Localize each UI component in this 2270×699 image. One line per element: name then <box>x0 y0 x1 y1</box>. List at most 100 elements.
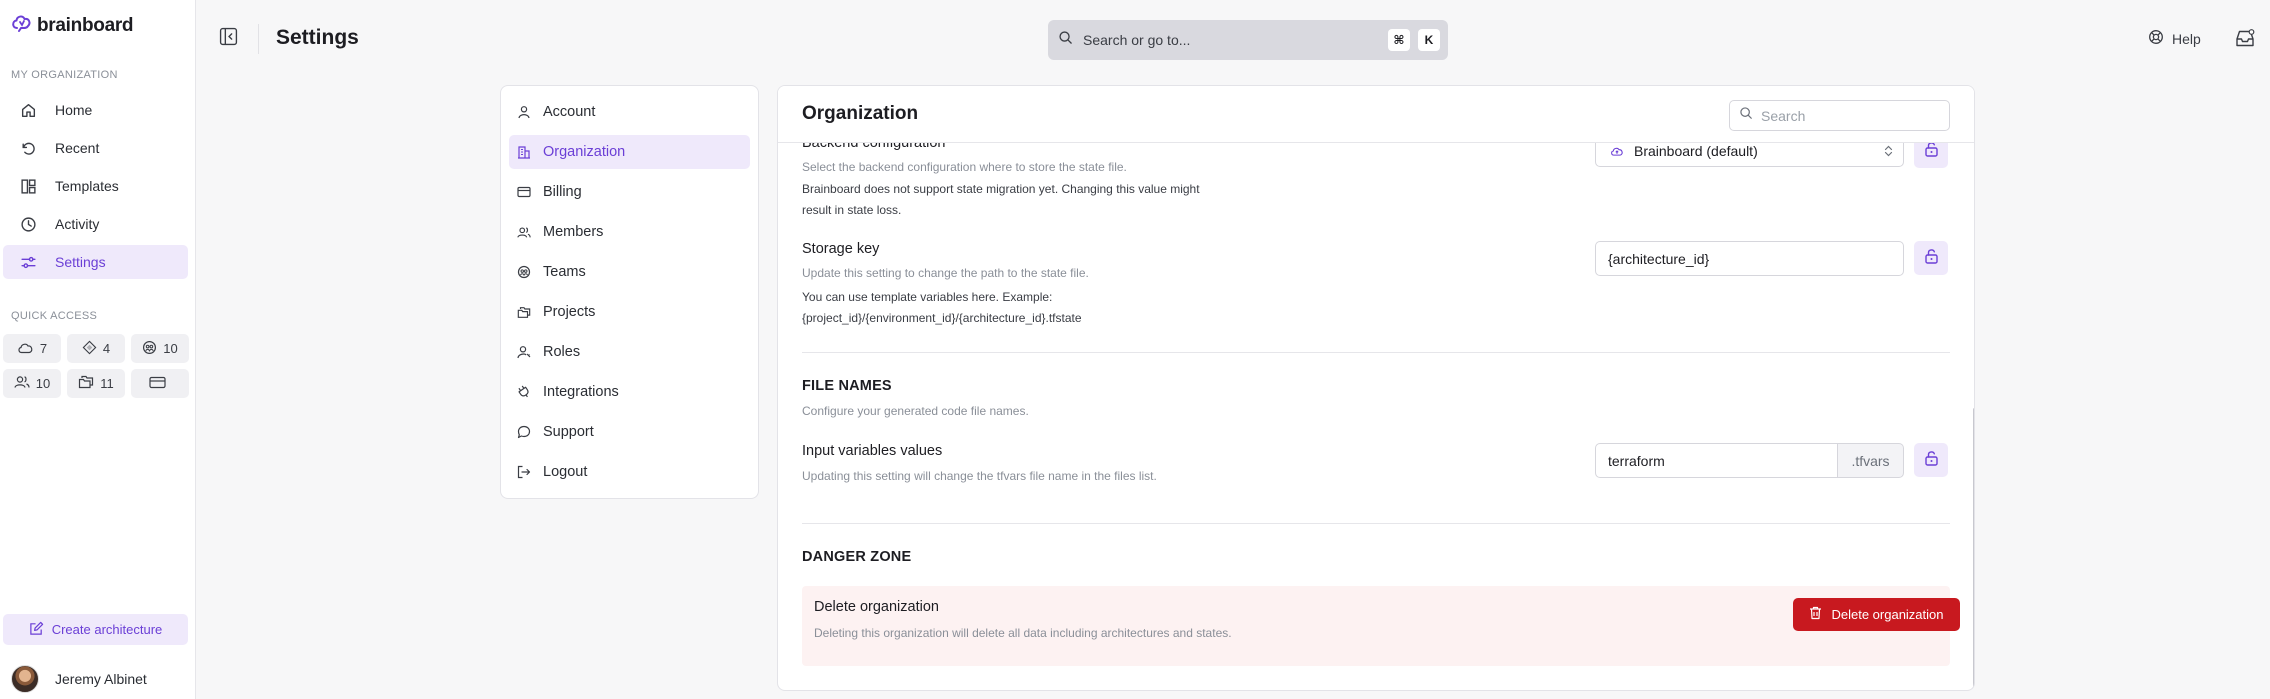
shortcut-key-cmd: ⌘ <box>1388 29 1410 51</box>
settings-item-members[interactable]: Members <box>509 215 750 249</box>
sidebar-item-settings[interactable]: Settings <box>3 245 188 279</box>
user-profile[interactable]: Jeremy Albinet <box>11 665 147 693</box>
settings-item-account[interactable]: Account <box>509 95 750 129</box>
sidebar-item-label: Recent <box>55 140 100 156</box>
teams-icon <box>517 265 531 279</box>
page-title: Settings <box>276 26 359 49</box>
projects-icon <box>78 375 94 392</box>
settings-item-support[interactable]: Support <box>509 415 750 449</box>
help-button[interactable]: Help <box>2148 29 2201 48</box>
inbox-button[interactable] <box>2235 29 2255 53</box>
settings-item-organization[interactable]: Organization <box>509 135 750 169</box>
settings-item-label: Roles <box>543 344 581 360</box>
global-search-placeholder: Search or go to... <box>1083 32 1191 48</box>
brainboard-logo[interactable]: brainboard <box>11 13 134 38</box>
sidebar-item-activity[interactable]: Activity <box>3 207 188 241</box>
backend-config-note-line: Brainboard does not support state migrat… <box>802 182 1200 196</box>
search-icon <box>1058 30 1073 50</box>
storage-key-note-line: {project_id}/{environment_id}/{architect… <box>802 311 1082 325</box>
delete-organization-button[interactable]: Delete organization <box>1793 598 1960 631</box>
sidebar-nav: Home Recent Templates Activity Settings <box>3 93 188 283</box>
quick-access-grid: 7 4 10 10 11 <box>3 334 189 398</box>
settings-item-billing[interactable]: Billing <box>509 175 750 209</box>
danger-zone-box: Delete organization Deleting this organi… <box>802 586 1960 666</box>
settings-item-projects[interactable]: Projects <box>509 295 750 329</box>
sidebar-toggle-icon <box>219 27 238 51</box>
cloud-icon <box>17 341 34 357</box>
delete-organization-label: Delete organization <box>1831 607 1944 622</box>
sidebar-item-templates[interactable]: Templates <box>3 169 188 203</box>
backend-config-note-line: result in state loss. <box>802 203 902 217</box>
card-icon <box>148 376 166 392</box>
storage-key-lock-button[interactable] <box>1914 241 1948 275</box>
clock-icon <box>19 215 37 233</box>
unlock-icon <box>1924 450 1939 471</box>
chat-icon <box>517 425 531 439</box>
settings-item-label: Account <box>543 104 596 120</box>
quick-access-teams[interactable]: 10 <box>131 334 189 363</box>
quick-access-cloud[interactable]: 7 <box>3 334 61 363</box>
storage-key-input[interactable]: {architecture_id} <box>1595 241 1904 276</box>
cloud-upload-icon <box>1610 145 1624 157</box>
search-icon <box>1739 106 1753 125</box>
settings-item-label: Logout <box>543 464 588 480</box>
members-icon <box>517 225 531 239</box>
quick-access-count: 10 <box>163 341 178 356</box>
building-icon <box>517 145 531 159</box>
panel-scrollbar[interactable] <box>1973 408 1974 690</box>
tfvars-filename-value: terraform <box>1608 452 1665 469</box>
collapse-sidebar-button[interactable] <box>217 27 239 51</box>
backend-config-note: Brainboard does not support state migrat… <box>802 179 1200 221</box>
quick-access-billing[interactable] <box>131 369 189 398</box>
storage-key-value: {architecture_id} <box>1608 250 1710 267</box>
panel-title: Organization <box>802 103 919 124</box>
tfvars-filename-input[interactable]: terraform <box>1595 443 1838 478</box>
panel-search-input[interactable] <box>1761 107 1941 124</box>
create-architecture-label: Create architecture <box>51 622 163 637</box>
storage-key-title: Storage key <box>802 241 880 257</box>
file-names-description: Configure your generated code file names… <box>802 404 1029 418</box>
delete-organization-title: Delete organization <box>814 599 939 615</box>
section-divider <box>802 523 1950 524</box>
trash-icon <box>1809 606 1822 623</box>
unlock-icon <box>1924 248 1939 269</box>
quick-access-environments[interactable]: 4 <box>67 334 125 363</box>
sidebar-item-label: Templates <box>55 178 119 194</box>
quick-access-members[interactable]: 10 <box>3 369 61 398</box>
storage-key-description: Update this setting to change the path t… <box>802 266 1089 280</box>
teams-icon <box>142 340 157 358</box>
plug-icon <box>517 385 531 399</box>
folder-icon <box>517 305 531 319</box>
user-name: Jeremy Albinet <box>55 671 147 687</box>
global-search-bar[interactable]: Search or go to... ⌘ K <box>1048 20 1448 60</box>
danger-zone-heading: DANGER ZONE <box>802 549 912 565</box>
organization-settings-panel: Organization Backend configuration Selec… <box>777 85 1975 691</box>
tfvars-lock-button[interactable] <box>1914 443 1948 477</box>
sidebar-item-label: Activity <box>55 216 100 232</box>
settings-item-roles[interactable]: Roles <box>509 335 750 369</box>
create-architecture-button[interactable]: Create architecture <box>3 614 188 645</box>
role-icon <box>517 345 531 359</box>
input-variables-title: Input variables values <box>802 443 943 459</box>
settings-item-teams[interactable]: Teams <box>509 255 750 289</box>
quick-access-label: QUICK ACCESS <box>11 310 98 322</box>
brand-name: brainboard <box>37 14 134 36</box>
settings-item-label: Integrations <box>543 384 619 400</box>
quick-access-projects[interactable]: 11 <box>67 369 125 398</box>
diamond-icon <box>82 340 97 358</box>
file-names-heading: FILE NAMES <box>802 378 892 394</box>
sidebar-item-recent[interactable]: Recent <box>3 131 188 165</box>
settings-item-logout[interactable]: Logout <box>509 455 750 489</box>
settings-item-integrations[interactable]: Integrations <box>509 375 750 409</box>
backend-select-value: Brainboard (default) <box>1634 142 1758 159</box>
card-icon <box>517 185 531 199</box>
sidebar-item-home[interactable]: Home <box>3 93 188 127</box>
sliders-icon <box>19 253 37 271</box>
main-sidebar: brainboard MY ORGANIZATION Home Recent T… <box>0 0 196 699</box>
input-variables-description: Updating this setting will change the tf… <box>802 469 1157 483</box>
storage-key-note: You can use template variables here. Exa… <box>802 287 1082 329</box>
settings-item-label: Projects <box>543 304 596 320</box>
settings-item-label: Teams <box>543 264 586 280</box>
avatar <box>11 665 39 693</box>
help-label: Help <box>2172 30 2201 47</box>
